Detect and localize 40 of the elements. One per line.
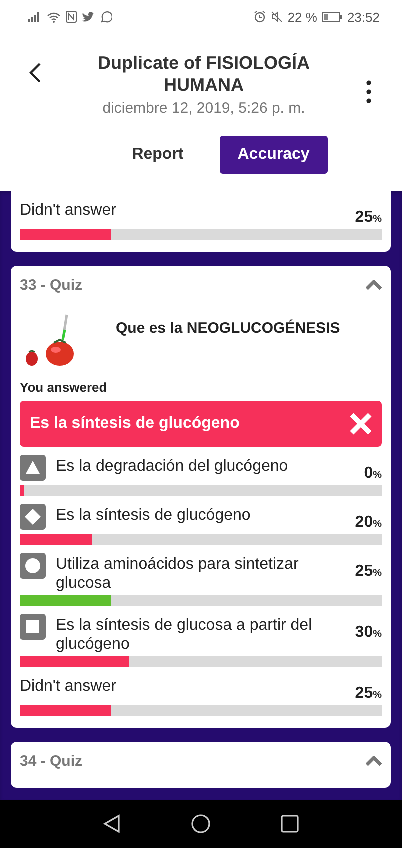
back-icon[interactable] (28, 62, 42, 84)
answer-text: Es la síntesis de glucosa a partir del glucógeno (56, 616, 314, 654)
bird-icon (82, 12, 95, 22)
answer-text: Utiliza aminoácidos para sintetizar glucosa (56, 555, 300, 593)
more-icon[interactable] (366, 80, 372, 104)
square-icon (20, 614, 46, 640)
you-answered-label: You answered (20, 380, 108, 395)
nfc-icon (66, 11, 77, 23)
percentage: 30% (355, 624, 382, 642)
percentage: 0% (364, 465, 382, 483)
percentage: 20% (355, 514, 382, 532)
signal-icon (28, 12, 42, 22)
battery-icon (322, 12, 342, 22)
recents-icon[interactable] (281, 815, 299, 833)
wifi-icon (47, 12, 61, 22)
answer-text: Es la degradación del glucógeno (56, 457, 290, 476)
alarm-icon (254, 11, 266, 23)
clock: 23:52 (347, 10, 380, 24)
close-icon (350, 413, 372, 435)
percentage: 25% (355, 685, 382, 703)
home-icon[interactable] (191, 814, 211, 834)
back-nav-icon[interactable] (103, 814, 121, 834)
question-text: Que es la NEOGLUCOGÉNESIS (116, 320, 340, 337)
answer-text: Es la síntesis de glucógeno (56, 506, 252, 525)
question-number: 33 - Quiz (20, 276, 83, 294)
chevron-icon[interactable] (366, 280, 382, 290)
battery-percent: 22 % (288, 10, 318, 24)
chevron-icon[interactable] (366, 756, 382, 766)
page-title: Duplicate of FISIOLOGÍA HUMANA (96, 52, 311, 96)
percentage: 25% (355, 209, 382, 227)
tab[interactable]: Report (114, 136, 202, 174)
answer-text: Didn't answer (20, 201, 118, 220)
percentage: 25% (355, 563, 382, 581)
mute-icon (270, 11, 283, 23)
chat-icon (100, 11, 112, 23)
your-answer-text: Es la síntesis de glucógeno (30, 415, 240, 433)
date-text: diciembre 12, 2019, 5:26 p. m. (102, 100, 306, 117)
tab[interactable]: Accuracy (220, 136, 328, 174)
question-number: 34 - Quiz (20, 752, 83, 770)
answer-text: Didn't answer (20, 677, 118, 696)
